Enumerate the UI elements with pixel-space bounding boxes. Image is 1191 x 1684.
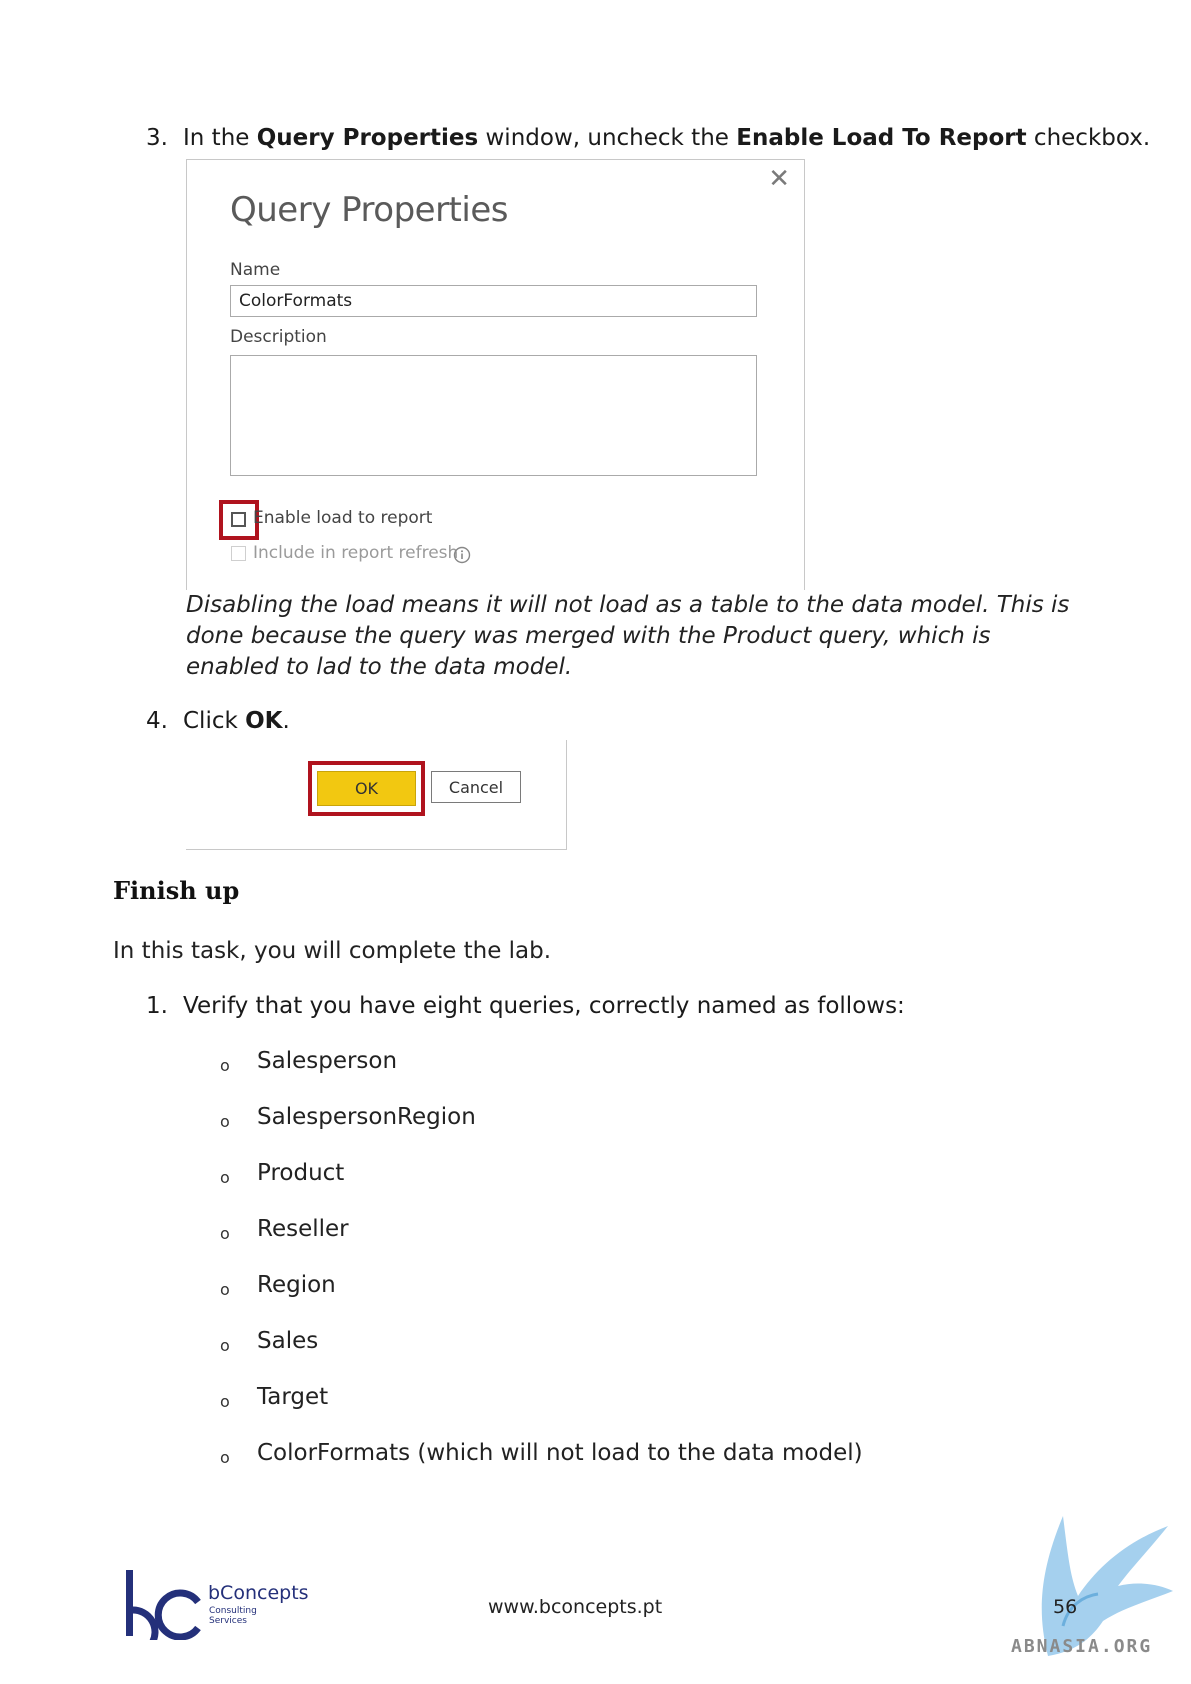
step-text: In the Query Properties window, uncheck … — [183, 123, 1150, 153]
query-properties-dialog: ✕ Query Properties Name ColorFormats Des… — [186, 159, 805, 590]
bold-term: OK — [245, 708, 283, 734]
text-run: . — [282, 708, 290, 734]
list-item-label: Salesperson — [257, 1048, 398, 1074]
logo-subtitle: Consulting Services — [209, 1606, 257, 1626]
text-run: window, uncheck the — [478, 125, 737, 151]
info-icon[interactable] — [453, 546, 471, 564]
bullet-icon: o — [220, 1056, 230, 1075]
include-refresh-checkbox[interactable] — [231, 546, 246, 561]
logo-name: bConcepts — [208, 1582, 309, 1604]
list-item-label: SalespersonRegion — [257, 1104, 476, 1130]
intro-text: In this task, you will complete the lab. — [113, 938, 552, 964]
close-icon[interactable]: ✕ — [768, 166, 790, 192]
bullet-icon: o — [220, 1280, 230, 1299]
list-item-label: Target — [257, 1384, 329, 1410]
list-item-label: Sales — [257, 1328, 319, 1354]
watermark-text: ABNASIA.ORG — [1011, 1636, 1153, 1657]
bold-term: Query Properties — [256, 125, 479, 151]
section-heading: Finish up — [113, 876, 240, 905]
list-item-label: Product — [257, 1160, 345, 1186]
note-text: Disabling the load means it will not loa… — [186, 592, 1070, 680]
text-run: checkbox. — [1026, 125, 1151, 151]
bc-logo-icon — [126, 1570, 201, 1640]
include-refresh-label: Include in report refresh — [253, 543, 459, 563]
page-number: 56 — [1053, 1596, 1078, 1618]
step-text: Click OK. — [183, 706, 290, 736]
step-number: 3. — [146, 125, 168, 151]
description-label: Description — [230, 327, 327, 347]
bold-term: Enable Load To Report — [736, 125, 1027, 151]
bullet-icon: o — [220, 1224, 230, 1243]
name-label: Name — [230, 260, 281, 280]
bullet-icon: o — [220, 1112, 230, 1131]
logo-sub-line: Services — [209, 1616, 247, 1626]
step-number: 4. — [146, 708, 168, 734]
text-run: Click — [183, 708, 246, 734]
highlight-box: OK — [308, 761, 425, 816]
bullet-icon: o — [220, 1448, 230, 1467]
enable-load-label: Enable load to report — [253, 508, 433, 528]
description-field[interactable] — [230, 355, 757, 476]
list-item-label: Reseller — [257, 1216, 349, 1242]
logo-sub-line: Consulting — [209, 1606, 257, 1616]
enable-load-checkbox[interactable] — [231, 512, 246, 527]
step-text: Verify that you have eight queries, corr… — [183, 993, 905, 1019]
step-number: 1. — [146, 993, 168, 1019]
ok-cancel-screenshot: OK Cancel — [186, 740, 567, 850]
list-item-label: ColorFormats (which will not load to the… — [257, 1440, 863, 1466]
name-field[interactable]: ColorFormats — [230, 285, 757, 317]
text-run: In the — [183, 125, 257, 151]
bconcepts-logo: bConcepts Consulting Services — [126, 1570, 316, 1640]
ok-button[interactable]: OK — [317, 771, 416, 806]
dialog-title: Query Properties — [230, 190, 508, 230]
bullet-icon: o — [220, 1168, 230, 1187]
cancel-button[interactable]: Cancel — [431, 771, 521, 803]
bullet-icon: o — [220, 1392, 230, 1411]
list-item-label: Region — [257, 1272, 336, 1298]
bullet-icon: o — [220, 1336, 230, 1355]
website-url: www.bconcepts.pt — [488, 1596, 663, 1618]
